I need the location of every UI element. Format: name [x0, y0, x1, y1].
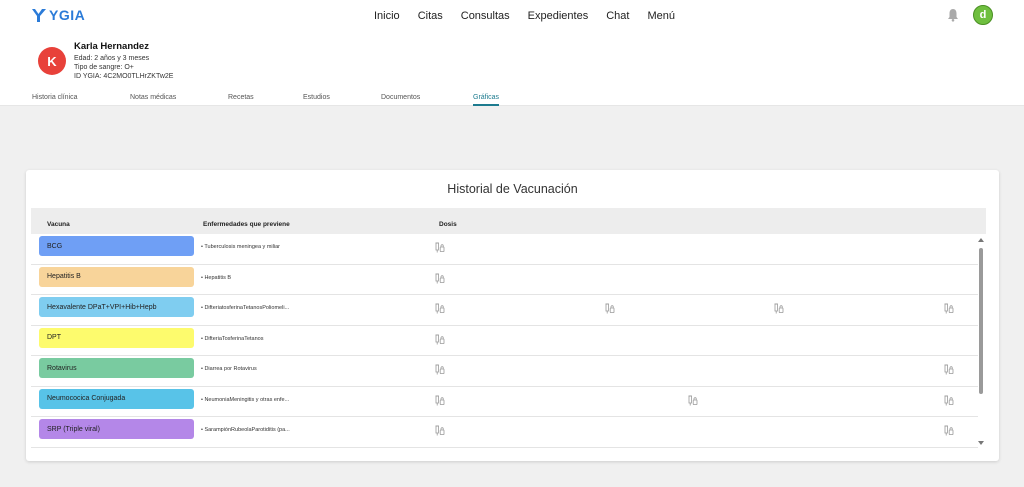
vaccine-diseases-text: • Tuberculosis meningea y miliar — [201, 244, 280, 250]
patient-age: Edad: 2 años y 3 meses — [74, 55, 150, 62]
vaccine-name-badge: BCG — [39, 236, 194, 256]
tab-recetas[interactable]: Recetas — [228, 94, 254, 101]
syringe-icon[interactable] — [435, 242, 445, 253]
syringe-icon[interactable] — [435, 425, 445, 436]
vaccine-name-badge: DPT — [39, 327, 194, 348]
syringe-icon[interactable] — [435, 334, 445, 345]
vaccine-name-badge: Hepatitis B — [39, 266, 194, 287]
vaccine-name-badge: Hexavalente DPaT+VPI+Hib+Hepb — [39, 297, 194, 317]
vaccine-diseases-text: • DifteriatosferinaTetanosPoliomeli... — [201, 305, 290, 311]
syringe-icon[interactable] — [944, 364, 954, 375]
table-scrollbar[interactable] — [976, 234, 986, 450]
card-title: Historial de Vacunación — [447, 182, 578, 196]
column-header-diseases: Enfermedades que previene — [203, 221, 290, 228]
syringe-icon[interactable] — [688, 395, 698, 406]
scroll-thumb[interactable] — [979, 248, 983, 394]
patient-id: ID YGIA: 4C2MO0TLHrZKTw2E — [74, 73, 174, 81]
bell-icon[interactable] — [947, 8, 959, 22]
scroll-down-arrow-icon[interactable] — [978, 441, 984, 445]
main-nav: Inicio Citas Consultas Expedientes Chat … — [374, 10, 675, 22]
table-row[interactable]: Hexavalente DPaT+VPI+Hib+Hepb • Difteriat… — [31, 295, 978, 326]
nav-item-consultas[interactable]: Consultas — [461, 10, 510, 22]
syringe-icon[interactable] — [435, 273, 445, 284]
table-row[interactable]: BCG • Tuberculosis meningea y miliar — [31, 234, 978, 265]
syringe-icon[interactable] — [435, 303, 445, 314]
tab-historia-clinica[interactable]: Historia clínica — [32, 94, 78, 101]
patient-name: Karla Hernandez — [74, 41, 149, 52]
logo-icon — [32, 9, 46, 22]
user-avatar[interactable]: d — [973, 5, 993, 25]
table-row[interactable]: Rotavirus • Diarrea por Rotavirus — [31, 356, 978, 387]
syringe-icon[interactable] — [435, 364, 445, 375]
nav-item-menu[interactable]: Menú — [647, 10, 675, 22]
tab-notas-medicas[interactable]: Notas médicas — [130, 94, 176, 101]
patient-info: Karla Hernandez Edad: 2 años y 3 meses T… — [74, 41, 173, 82]
app-logo[interactable]: YGIA — [31, 7, 85, 23]
patient-tabs: Historia clínica Notas médicas Recetas E… — [0, 90, 1024, 106]
table-header: Vacuna Enfermedades que previene Dosis — [31, 208, 986, 234]
vaccination-history-card: Historial de Vacunación Vacuna Enfermeda… — [26, 170, 999, 461]
syringe-icon[interactable] — [435, 395, 445, 406]
syringe-icon[interactable] — [944, 303, 954, 314]
syringe-icon[interactable] — [944, 425, 954, 436]
syringe-icon[interactable] — [944, 395, 954, 406]
vaccine-diseases-text: • SarampiónRubeolaParotiditis (pa... — [201, 427, 290, 433]
scroll-up-arrow-icon[interactable] — [978, 238, 984, 242]
vaccine-diseases-text: • DifteriaTosferinaTetanos — [201, 335, 264, 342]
logo-text: YGIA — [49, 7, 86, 23]
tab-graficas[interactable]: Gráficas — [473, 94, 500, 106]
nav-item-citas[interactable]: Citas — [418, 10, 443, 22]
table-row[interactable]: DPT • DifteriaTosferinaTetanos — [31, 326, 978, 356]
vaccine-name-badge: Neumococica Conjugada — [39, 388, 194, 409]
vaccine-diseases-text: • NeumoniaMeningitis y otras enfe... — [201, 396, 290, 403]
nav-item-chat[interactable]: Chat — [606, 10, 629, 22]
table-row[interactable]: Neumococica Conjugada • NeumoniaMeningiti… — [31, 387, 978, 417]
vaccine-diseases-text: • Diarrea por Rotavirus — [201, 366, 257, 372]
tab-estudios[interactable]: Estudios — [303, 94, 330, 101]
column-header-vaccine: Vacuna — [47, 221, 70, 228]
vaccine-name-badge: SRP (Triple viral) — [39, 419, 194, 439]
top-navbar: YGIA Inicio Citas Consultas Expedientes … — [0, 0, 1024, 34]
nav-item-expedientes[interactable]: Expedientes — [528, 10, 589, 22]
patient-avatar: K — [38, 47, 66, 75]
table-row[interactable]: Hepatitis B • Hepatitis B — [31, 265, 978, 295]
tab-documentos[interactable]: Documentos — [381, 94, 420, 101]
syringe-icon[interactable] — [774, 303, 784, 314]
vaccine-table-body[interactable]: BCG • Tuberculosis meningea y miliar Hepat… — [31, 234, 978, 448]
syringe-icon[interactable] — [605, 303, 615, 314]
vaccine-name-badge: Rotavirus — [39, 358, 194, 378]
column-header-doses: Dosis — [439, 221, 457, 228]
patient-blood-type: Tipo de sangre: O+ — [74, 64, 134, 72]
nav-item-inicio[interactable]: Inicio — [374, 10, 400, 22]
table-row[interactable]: SRP (Triple viral) • SarampiónRubeolaParo… — [31, 417, 978, 448]
vaccine-diseases-text: • Hepatitis B — [201, 274, 232, 281]
